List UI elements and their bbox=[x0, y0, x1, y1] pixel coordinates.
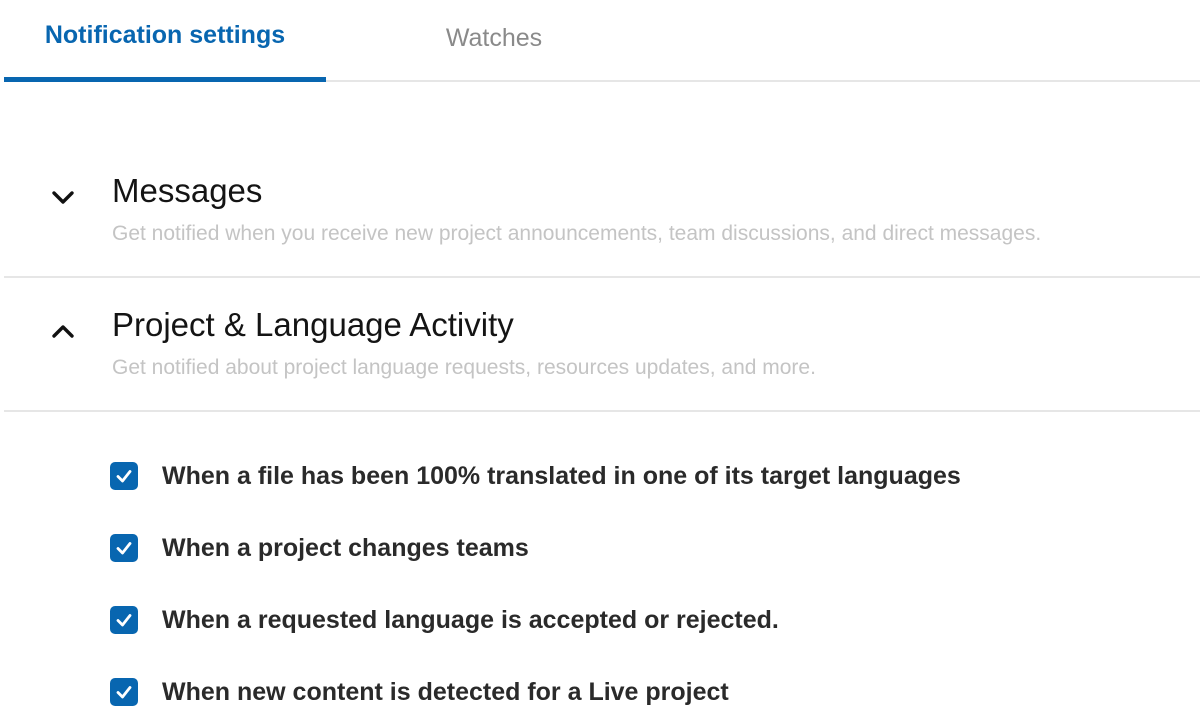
option-language-accepted-rejected[interactable]: When a requested language is accepted or… bbox=[110, 584, 1110, 656]
checkbox-checked[interactable] bbox=[110, 678, 138, 706]
option-label: When a project changes teams bbox=[162, 533, 529, 562]
section-messages: Messages Get notified when you receive n… bbox=[4, 150, 1200, 278]
chevron-up-icon[interactable] bbox=[50, 318, 76, 344]
option-new-content-live-project[interactable]: When new content is detected for a Live … bbox=[110, 656, 1110, 728]
tab-bar: Notification settings Watches bbox=[4, 0, 1200, 82]
section-description-project-language-activity: Get notified about project language requ… bbox=[112, 356, 816, 379]
tab-watches[interactable]: Watches bbox=[424, 0, 564, 82]
option-label: When new content is detected for a Live … bbox=[162, 677, 729, 706]
section-project-language-activity: Project & Language Activity Get notified… bbox=[4, 284, 1200, 412]
checkbox-checked[interactable] bbox=[110, 462, 138, 490]
option-label: When a requested language is accepted or… bbox=[162, 605, 779, 634]
checkbox-checked[interactable] bbox=[110, 606, 138, 634]
checkmark-icon bbox=[116, 686, 132, 699]
checkbox-checked[interactable] bbox=[110, 534, 138, 562]
checkmark-icon bbox=[116, 614, 132, 627]
tab-notification-settings[interactable]: Notification settings bbox=[4, 0, 326, 82]
option-project-changes-teams[interactable]: When a project changes teams bbox=[110, 512, 1110, 584]
notification-options-list: When a file has been 100% translated in … bbox=[110, 440, 1110, 728]
section-title-project-language-activity[interactable]: Project & Language Activity bbox=[112, 306, 514, 344]
option-file-translated[interactable]: When a file has been 100% translated in … bbox=[110, 440, 1110, 512]
checkmark-icon bbox=[116, 542, 132, 555]
chevron-down-icon[interactable] bbox=[50, 184, 76, 210]
section-description-messages: Get notified when you receive new projec… bbox=[112, 222, 1042, 245]
section-title-messages[interactable]: Messages bbox=[112, 172, 262, 210]
option-label: When a file has been 100% translated in … bbox=[162, 461, 961, 490]
checkmark-icon bbox=[116, 470, 132, 483]
